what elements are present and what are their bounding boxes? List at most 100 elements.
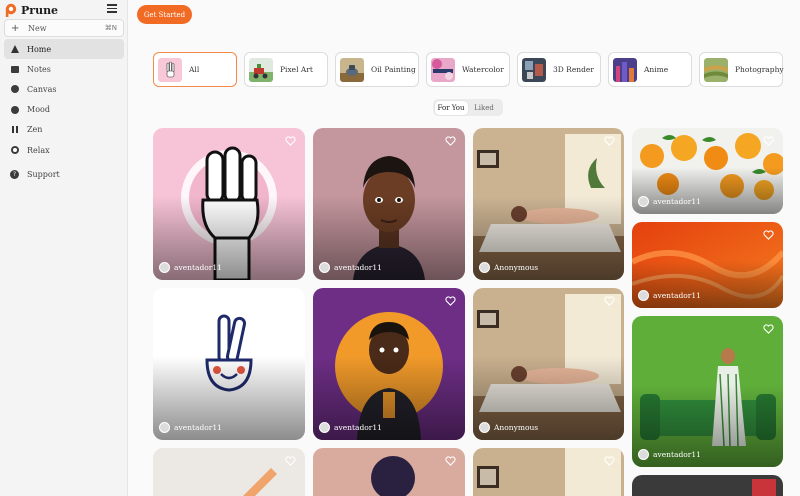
relax-icon bbox=[10, 146, 19, 155]
avatar bbox=[159, 262, 170, 273]
card-author[interactable]: aventador11 bbox=[159, 422, 222, 433]
gallery-card[interactable] bbox=[632, 475, 783, 496]
author-name: aventador11 bbox=[653, 197, 701, 206]
new-shortcut: ⌘N bbox=[104, 24, 117, 32]
category-chip-all[interactable]: All bbox=[153, 52, 237, 87]
support-label: Support bbox=[27, 169, 60, 179]
anime-thumbnail bbox=[613, 57, 637, 82]
sidebar-item-mood[interactable]: Mood bbox=[4, 100, 124, 120]
canvas-icon bbox=[10, 85, 19, 94]
gallery-card[interactable]: aventador11 bbox=[313, 288, 465, 440]
card-author[interactable]: aventador11 bbox=[638, 290, 701, 301]
card-author[interactable]: Anonymous bbox=[479, 422, 538, 433]
sidebar-item-notes[interactable]: Notes bbox=[4, 59, 124, 79]
gallery-card[interactable]: aventador11 bbox=[153, 128, 305, 280]
category-filter: All Pixel Art Oil Painting Watercolor 3D… bbox=[153, 52, 784, 87]
watercolor-thumbnail bbox=[431, 57, 455, 82]
author-name: aventador11 bbox=[334, 263, 382, 272]
sidebar-item-label: Relax bbox=[27, 145, 50, 155]
author-name: aventador11 bbox=[653, 291, 701, 300]
notes-icon bbox=[10, 65, 19, 74]
pixel-art-thumbnail bbox=[249, 57, 273, 82]
gallery-card[interactable]: Anonymous bbox=[473, 288, 624, 440]
sidebar-item-zen[interactable]: Zen bbox=[4, 120, 124, 140]
mood-icon bbox=[10, 105, 19, 114]
category-chip-photography[interactable]: Photography bbox=[699, 52, 784, 87]
author-name: aventador11 bbox=[174, 423, 222, 432]
category-chip-watercolor[interactable]: Watercolor bbox=[426, 52, 510, 87]
category-label: Photography bbox=[735, 65, 784, 74]
card-author[interactable]: aventador11 bbox=[638, 196, 701, 207]
new-button[interactable]: + New ⌘N bbox=[4, 19, 124, 37]
app-name: Prune bbox=[21, 3, 59, 17]
like-heart-icon[interactable] bbox=[285, 456, 296, 466]
zen-icon bbox=[10, 125, 19, 134]
card-author[interactable]: aventador11 bbox=[159, 262, 222, 273]
author-name: aventador11 bbox=[334, 423, 382, 432]
gallery-card[interactable]: aventador11 bbox=[632, 222, 783, 308]
gallery-card[interactable]: Anonymous bbox=[473, 128, 624, 280]
card-author[interactable]: aventador11 bbox=[319, 422, 382, 433]
sidebar-item-home[interactable]: Home bbox=[4, 39, 124, 60]
gallery-card[interactable]: aventador11 bbox=[313, 128, 465, 280]
category-chip-3d-render[interactable]: 3D Render bbox=[517, 52, 601, 87]
home-icon bbox=[10, 45, 19, 54]
card-author[interactable]: Anonymous bbox=[479, 262, 538, 273]
like-heart-icon[interactable] bbox=[763, 230, 774, 240]
avatar bbox=[638, 449, 649, 460]
card-author[interactable]: aventador11 bbox=[319, 262, 382, 273]
card-image bbox=[473, 448, 624, 496]
author-name: Anonymous bbox=[494, 423, 539, 432]
like-heart-icon[interactable] bbox=[604, 296, 615, 306]
photography-thumbnail bbox=[704, 57, 728, 82]
category-label: Watercolor bbox=[462, 65, 504, 74]
gallery-card[interactable] bbox=[473, 448, 624, 496]
hamburger-menu-icon[interactable] bbox=[107, 4, 117, 13]
author-name: Anonymous bbox=[494, 263, 539, 272]
feed-toggle: For You Liked bbox=[433, 99, 503, 116]
like-heart-icon[interactable] bbox=[604, 136, 615, 146]
help-icon: ? bbox=[10, 169, 19, 179]
like-heart-icon[interactable] bbox=[445, 456, 456, 466]
category-label: Anime bbox=[644, 65, 669, 74]
like-heart-icon[interactable] bbox=[604, 456, 615, 466]
gallery-card[interactable]: aventador11 bbox=[153, 288, 305, 440]
category-chip-anime[interactable]: Anime bbox=[608, 52, 692, 87]
support-link[interactable]: ? Support bbox=[4, 164, 124, 184]
get-started-button[interactable]: Get Started bbox=[137, 5, 192, 24]
prune-logo-icon bbox=[5, 3, 17, 17]
card-image bbox=[313, 448, 465, 496]
sidebar-item-label: Mood bbox=[27, 105, 50, 115]
sidebar-item-label: Zen bbox=[27, 125, 43, 135]
category-chip-pixel-art[interactable]: Pixel Art bbox=[244, 52, 328, 87]
sidebar: Prune + New ⌘N Home Notes Canvas Mood Ze… bbox=[0, 0, 128, 496]
tab-for-you[interactable]: For You bbox=[434, 100, 468, 115]
like-heart-icon[interactable] bbox=[763, 324, 774, 334]
brand[interactable]: Prune bbox=[4, 2, 58, 18]
author-name: aventador11 bbox=[653, 450, 701, 459]
sidebar-item-canvas[interactable]: Canvas bbox=[4, 79, 124, 99]
avatar bbox=[479, 422, 490, 433]
avatar bbox=[638, 290, 649, 301]
like-heart-icon[interactable] bbox=[285, 296, 296, 306]
tab-liked[interactable]: Liked bbox=[468, 101, 501, 115]
avatar bbox=[479, 262, 490, 273]
category-chip-oil-painting[interactable]: Oil Painting bbox=[335, 52, 419, 87]
card-image bbox=[632, 475, 783, 496]
gallery-card[interactable]: aventador11 bbox=[632, 128, 783, 214]
new-label: New bbox=[28, 23, 47, 33]
sidebar-item-label: Canvas bbox=[27, 84, 57, 94]
category-label: Oil Painting bbox=[371, 65, 416, 74]
gallery-card[interactable]: aventador11 bbox=[632, 316, 783, 467]
sidebar-item-relax[interactable]: Relax bbox=[4, 140, 124, 160]
card-author[interactable]: aventador11 bbox=[638, 449, 701, 460]
sidebar-nav: Home Notes Canvas Mood Zen Relax bbox=[4, 39, 124, 160]
like-heart-icon[interactable] bbox=[445, 296, 456, 306]
like-heart-icon[interactable] bbox=[445, 136, 456, 146]
gallery-card[interactable] bbox=[153, 448, 305, 496]
author-name: aventador11 bbox=[174, 263, 222, 272]
like-heart-icon[interactable] bbox=[285, 136, 296, 146]
gallery-card[interactable] bbox=[313, 448, 465, 496]
avatar bbox=[638, 196, 649, 207]
like-heart-icon[interactable] bbox=[763, 136, 774, 146]
